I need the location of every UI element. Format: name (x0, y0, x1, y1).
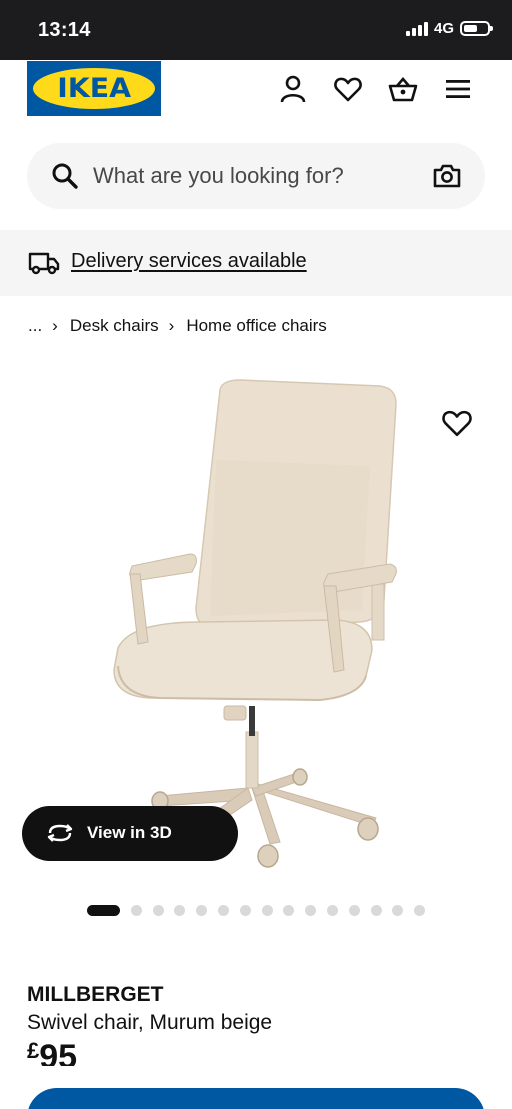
status-time: 13:14 (38, 19, 91, 41)
carousel-dot-active[interactable] (87, 904, 120, 916)
search-icon[interactable] (51, 162, 79, 190)
carousel-dot[interactable] (283, 904, 295, 916)
chevron-right-icon: › (52, 316, 58, 335)
product-description: Swivel chair, Murum beige (27, 1011, 273, 1034)
carousel-dot[interactable] (152, 904, 164, 916)
breadcrumb-home-office-chairs[interactable]: Home office chairs (186, 316, 326, 336)
add-to-favourites-heart-icon[interactable] (442, 409, 472, 439)
carousel-dot[interactable] (196, 904, 208, 916)
status-indicators: 4G (405, 20, 493, 37)
chevron-right-icon: › (168, 316, 175, 335)
view-in-3d-button[interactable]: View in 3D (22, 806, 238, 861)
view-in-3d-label: View in 3D (87, 823, 172, 842)
price-currency: £ (27, 1040, 40, 1063)
carousel-indicator (87, 904, 436, 916)
carousel-dot[interactable] (392, 904, 404, 916)
carousel-dot[interactable] (217, 904, 229, 916)
price-value: 95 (39, 1040, 78, 1066)
heart-icon[interactable] (333, 74, 363, 104)
breadcrumb: ... › Desk chairs › Home office chairs (28, 315, 327, 337)
carousel-dot[interactable] (239, 904, 251, 916)
logo-oval: IKEA (33, 68, 155, 109)
status-bar: 13:14 4G (0, 0, 512, 60)
carousel-dot[interactable] (174, 904, 186, 916)
search-bar[interactable] (27, 143, 485, 209)
add-to-bag-button[interactable] (27, 1088, 485, 1109)
rotate-3d-icon (46, 821, 74, 845)
ikea-logo[interactable]: IKEA (27, 61, 161, 116)
camera-icon[interactable] (433, 163, 461, 189)
carousel-dot[interactable] (326, 904, 338, 916)
search-input[interactable] (93, 143, 413, 209)
chair-illustration (113, 379, 397, 868)
logo-text: IKEA (57, 73, 131, 104)
user-icon[interactable] (278, 74, 308, 104)
carousel-dot[interactable] (130, 904, 142, 916)
carousel-dot[interactable] (370, 904, 382, 916)
delivery-services-link[interactable]: Delivery services available (71, 250, 307, 273)
carousel-dot[interactable] (414, 904, 426, 916)
breadcrumb-ellipsis[interactable]: ... (28, 316, 42, 336)
delivery-banner: Delivery services available (0, 230, 512, 296)
product-name: MILLBERGET (27, 983, 164, 1006)
signal-icon (405, 21, 428, 36)
carousel-dot[interactable] (348, 904, 360, 916)
product-image[interactable] (0, 360, 512, 880)
basket-icon[interactable] (388, 74, 418, 104)
carousel-dot[interactable] (261, 904, 273, 916)
network-label: 4G (433, 20, 454, 37)
site-header: IKEA (0, 60, 512, 132)
product-price: £95 (27, 1040, 77, 1066)
carousel-dot[interactable] (305, 904, 317, 916)
truck-icon (28, 250, 60, 276)
battery-icon (460, 21, 493, 36)
breadcrumb-desk-chairs[interactable]: Desk chairs (70, 316, 159, 336)
menu-icon[interactable] (443, 74, 473, 104)
